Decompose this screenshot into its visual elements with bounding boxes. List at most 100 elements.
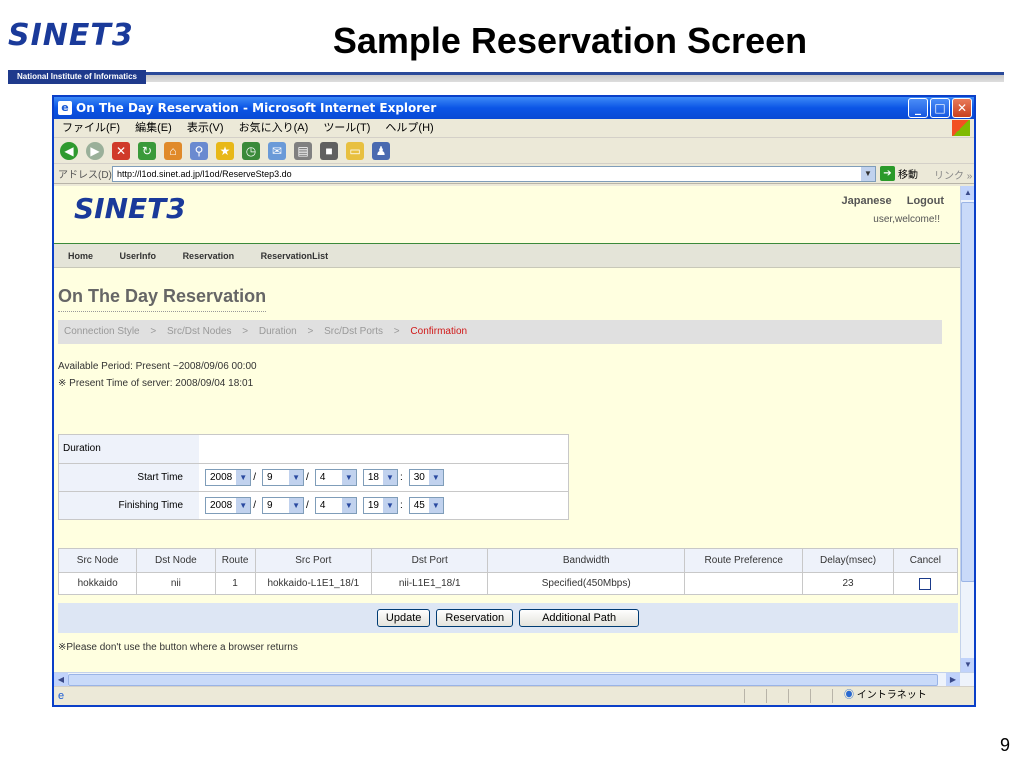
start-day-select[interactable]: 4 ▼	[314, 469, 357, 486]
address-dropdown-icon[interactable]: ▼	[861, 167, 875, 181]
menu-edit[interactable]: 編集(E)	[135, 122, 172, 134]
chevron-down-icon: ▼	[289, 470, 304, 485]
home-icon[interactable]: ⌂	[164, 141, 182, 160]
col-delay: Delay(msec)	[802, 548, 894, 573]
col-src-node: Src Node	[57, 548, 138, 573]
menu-file[interactable]: ファイル(F)	[62, 122, 120, 134]
menu-help[interactable]: ヘルプ(H)	[385, 122, 433, 134]
close-button[interactable]: ✕	[952, 98, 972, 118]
horizontal-scrollbar[interactable]: ◀ ▶	[54, 672, 974, 687]
links-label: リンク	[934, 171, 964, 182]
minimize-button[interactable]: _	[908, 98, 928, 118]
vertical-scrollbar[interactable]: ▲ ▼	[960, 186, 974, 672]
logout-link[interactable]: Logout	[907, 195, 944, 207]
duration-header: Duration	[59, 435, 199, 463]
japanese-link[interactable]: Japanese	[842, 195, 892, 207]
step-separator: >	[307, 326, 314, 337]
header-links: Japanese Logout	[830, 195, 944, 207]
discuss-icon[interactable]: ▭	[346, 141, 364, 160]
start-month-select[interactable]: 9 ▼	[262, 469, 305, 486]
address-bar: アドレス(D) http://l1od.sinet.ad.jp/l1od/Res…	[54, 164, 974, 184]
header-rule	[146, 72, 1004, 82]
windows-logo-icon	[952, 120, 970, 136]
welcome-text: user,welcome!!	[873, 214, 940, 225]
finish-hour-value: 19	[367, 500, 379, 511]
finish-month-select[interactable]: 9 ▼	[262, 497, 305, 514]
start-hour-select[interactable]: 18 ▼	[362, 469, 398, 486]
title-bar[interactable]: e On The Day Reservation - Microsoft Int…	[54, 97, 974, 119]
step-separator: >	[150, 326, 157, 337]
step-breadcrumb: Connection Style > Src/Dst Nodes > Durat…	[58, 320, 942, 344]
nav-reservationlist[interactable]: ReservationList	[261, 251, 329, 261]
col-dst-port: Dst Port	[370, 548, 489, 573]
menu-favorites[interactable]: お気に入り(A)	[239, 122, 309, 134]
search-icon[interactable]: ⚲	[190, 141, 208, 160]
print-icon[interactable]: ▤	[294, 141, 312, 160]
stop-icon[interactable]: ✕	[112, 141, 130, 160]
history-icon[interactable]: ◷	[242, 141, 260, 160]
cancel-checkbox[interactable]	[919, 577, 932, 590]
finish-day-select[interactable]: 4 ▼	[314, 497, 357, 514]
finish-hour-select[interactable]: 19 ▼	[362, 497, 398, 514]
menu-view[interactable]: 表示(V)	[187, 122, 224, 134]
step-duration: Duration	[258, 326, 297, 337]
cell-src-port: hokkaido-L1E1_18/1	[254, 572, 373, 595]
scroll-up-icon[interactable]: ▲	[961, 186, 974, 200]
back-icon[interactable]: ◀	[60, 141, 78, 160]
additional-path-button[interactable]: Additional Path	[519, 609, 640, 627]
finish-year-value: 2008	[210, 500, 233, 511]
go-button[interactable]: ➔ 移動	[880, 166, 918, 181]
start-year-select[interactable]: 2008 ▼	[205, 469, 252, 486]
logo-subtitle: National Institute of Informatics	[8, 70, 146, 84]
finish-minute-select[interactable]: 45 ▼	[408, 497, 444, 514]
go-arrow-icon: ➔	[880, 166, 895, 181]
mail-icon[interactable]: ✉	[268, 141, 286, 160]
horizontal-scroll-thumb[interactable]	[68, 674, 938, 686]
step-separator: >	[242, 326, 249, 337]
reservation-table: Src Node Dst Node Route Src Port Dst Por…	[57, 548, 959, 595]
reservation-button[interactable]: Reservation	[436, 609, 514, 627]
start-minute-select[interactable]: 30 ▼	[408, 469, 444, 486]
refresh-icon[interactable]: ↻	[138, 141, 156, 160]
page-number: 9	[999, 735, 1010, 755]
favorites-icon[interactable]: ★	[216, 141, 234, 160]
step-src-dst-ports: Src/Dst Ports	[324, 326, 384, 337]
cell-cancel	[892, 572, 959, 595]
start-minute-value: 30	[413, 472, 425, 483]
site-logo: SINET3	[74, 192, 186, 225]
maximize-button[interactable]: □	[930, 98, 950, 118]
update-button[interactable]: Update	[376, 609, 431, 627]
nav-userinfo[interactable]: UserInfo	[120, 251, 157, 261]
finish-year-select[interactable]: 2008 ▼	[205, 497, 252, 514]
step-confirmation: Confirmation	[410, 326, 468, 337]
messenger-icon[interactable]: ♟	[372, 141, 390, 160]
present-time: ※ Present Time of server: 2008/09/04 18:…	[58, 378, 254, 389]
menu-tools[interactable]: ツール(T)	[323, 122, 370, 134]
cell-dst-node: nii	[136, 572, 216, 595]
links-button[interactable]: リンク »	[934, 167, 972, 182]
nav-home[interactable]: Home	[68, 251, 93, 261]
nav-reservation[interactable]: Reservation	[183, 251, 235, 261]
duration-table: Duration Start Time 2008 ▼/ 9 ▼/ 4 ▼ 18 ▼: 3…	[58, 434, 569, 520]
start-hour-value: 18	[367, 472, 379, 483]
zone-indicator: ◉ イントラネット	[844, 687, 927, 705]
cell-delay: 23	[802, 572, 894, 595]
available-period: Available Period: Present ~2008/09/06 00…	[58, 361, 257, 372]
address-input[interactable]: http://l1od.sinet.ad.jp/l1od/ReserveStep…	[112, 166, 876, 182]
step-separator: >	[393, 326, 400, 337]
cell-route-preference	[684, 572, 804, 595]
nii-logo: SINET3 National Institute of Informatics	[8, 18, 148, 84]
cell-route: 1	[214, 572, 256, 595]
scroll-down-icon[interactable]: ▼	[961, 658, 974, 672]
forward-icon[interactable]: ▶	[86, 141, 104, 160]
start-time-row: Start Time 2008 ▼/ 9 ▼/ 4 ▼ 18 ▼: 30 ▼	[59, 463, 568, 491]
page-content: SINET3 Japanese Logout user,welcome!! Ho…	[54, 186, 960, 672]
period-info: Available Period: Present ~2008/09/06 00…	[58, 358, 960, 392]
page-icon: e	[58, 690, 65, 702]
browser-window: e On The Day Reservation - Microsoft Int…	[52, 95, 976, 707]
slide: SINET3 National Institute of Informatics…	[0, 0, 1024, 768]
vertical-scroll-thumb[interactable]	[961, 202, 974, 582]
scroll-right-icon[interactable]: ▶	[946, 673, 960, 687]
scroll-left-icon[interactable]: ◀	[54, 673, 68, 687]
edit-icon[interactable]: ■	[320, 141, 338, 160]
